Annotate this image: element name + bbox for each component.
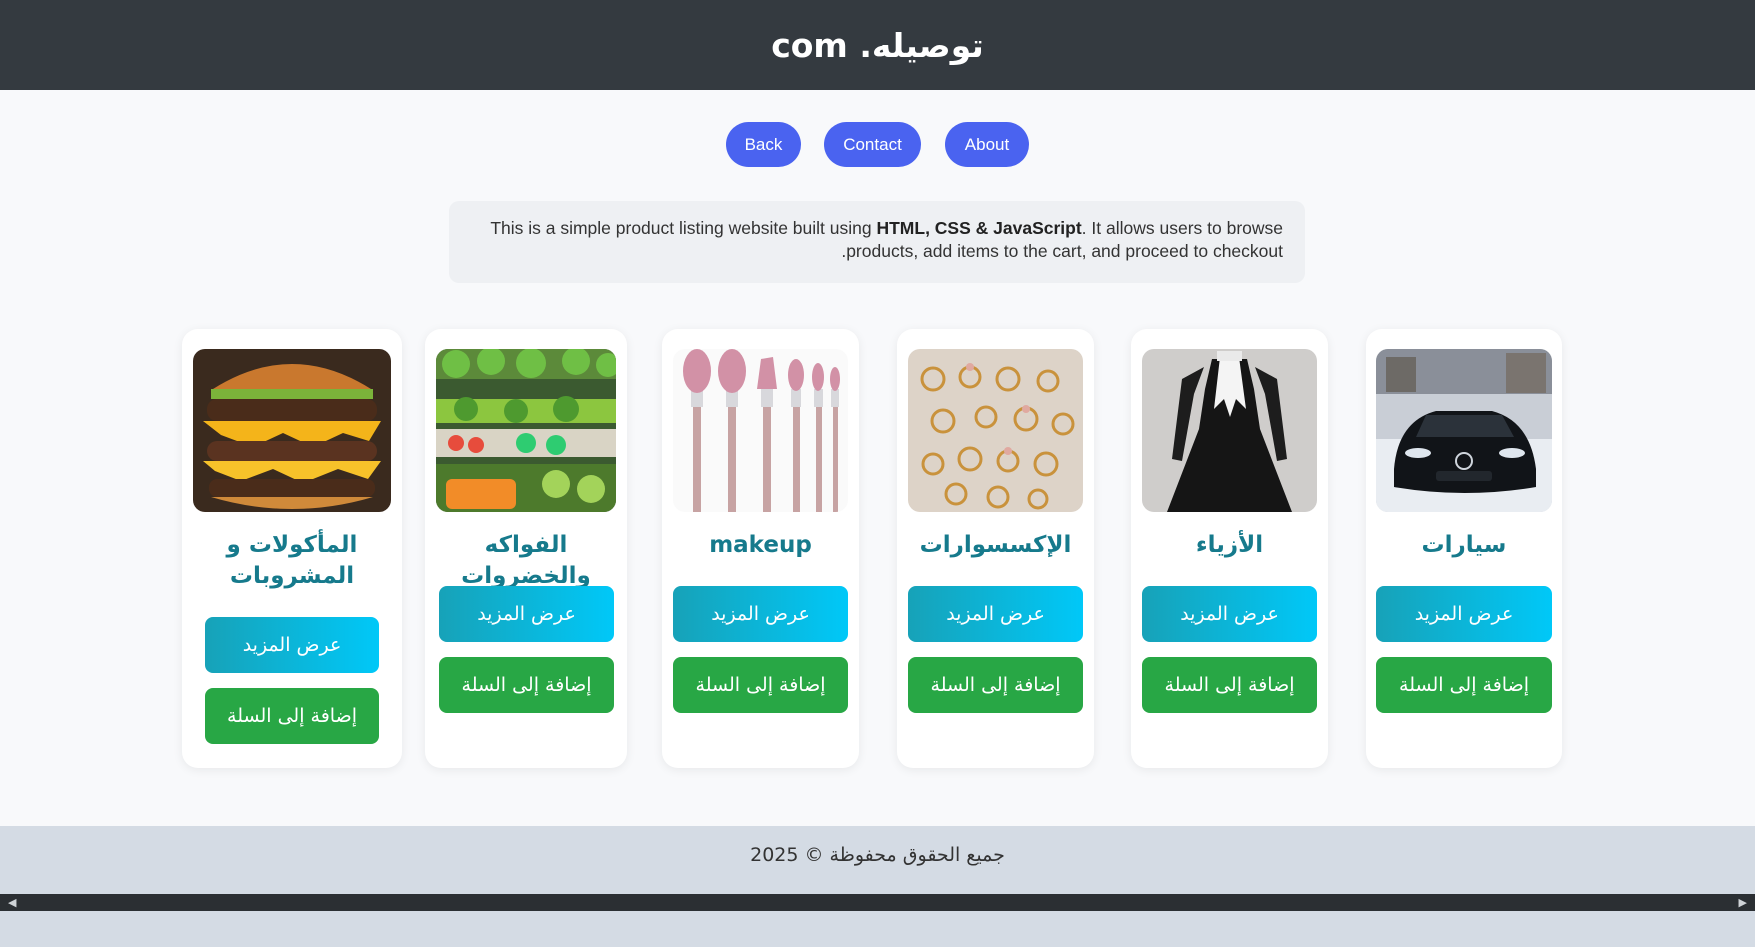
product-card-vegetables: الفواكه والخضروات عرض المزيد إضافة إلى ا… <box>425 329 627 768</box>
product-title: سيارات <box>1421 532 1507 558</box>
show-more-button[interactable]: عرض المزيد <box>1142 586 1317 642</box>
product-card-food: المأكولات و المشروبات عرض المزيد إضافة إ… <box>182 329 402 768</box>
site-footer: جميع الحقوق محفوظة © 2025 <box>0 826 1755 894</box>
scroll-left-icon[interactable]: ◀ <box>8 894 16 911</box>
product-title: الإكسسوارات <box>919 532 1072 558</box>
product-title: الفواكه والخضروات <box>461 532 591 589</box>
copyright-text: جميع الحقوق محفوظة © 2025 <box>750 844 1005 866</box>
about-button[interactable]: About <box>945 122 1029 167</box>
product-image-vegetables <box>436 349 616 512</box>
intro-part1: This is a simple product listing website… <box>490 218 877 238</box>
product-title: makeup <box>709 532 812 558</box>
product-card-accessories: الإكسسوارات عرض المزيد إضافة إلى السلة <box>897 329 1094 768</box>
product-card-fashion: الأزياء عرض المزيد إضافة إلى السلة <box>1131 329 1328 768</box>
back-button[interactable]: Back <box>726 122 801 167</box>
page-bottom-area <box>0 911 1755 947</box>
nav-bar: Back Contact About <box>0 122 1755 168</box>
product-image-rings <box>908 349 1083 512</box>
product-image-makeup-brushes <box>673 349 848 512</box>
product-title: الأزياء <box>1195 532 1264 558</box>
add-to-cart-button[interactable]: إضافة إلى السلة <box>439 657 614 713</box>
product-image-dress <box>1142 349 1317 512</box>
product-card-makeup: makeup عرض المزيد إضافة إلى السلة <box>662 329 859 768</box>
site-header: توصيله. com <box>0 0 1755 90</box>
show-more-button[interactable]: عرض المزيد <box>439 586 614 642</box>
product-image-burger <box>193 349 391 512</box>
show-more-button[interactable]: عرض المزيد <box>1376 586 1552 642</box>
show-more-button[interactable]: عرض المزيد <box>908 586 1083 642</box>
product-image-car <box>1376 349 1552 512</box>
product-card-cars: سيارات عرض المزيد إضافة إلى السلة <box>1366 329 1562 768</box>
contact-button[interactable]: Contact <box>824 122 921 167</box>
site-title: توصيله. com <box>771 25 984 65</box>
intro-bold: HTML, CSS & JavaScript <box>876 218 1082 238</box>
show-more-button[interactable]: عرض المزيد <box>205 617 379 673</box>
add-to-cart-button[interactable]: إضافة إلى السلة <box>908 657 1083 713</box>
add-to-cart-button[interactable]: إضافة إلى السلة <box>205 688 379 744</box>
add-to-cart-button[interactable]: إضافة إلى السلة <box>1376 657 1552 713</box>
add-to-cart-button[interactable]: إضافة إلى السلة <box>673 657 848 713</box>
horizontal-scrollbar[interactable]: ◀ ▶ <box>0 894 1755 911</box>
add-to-cart-button[interactable]: إضافة إلى السلة <box>1142 657 1317 713</box>
product-title: المأكولات و المشروبات <box>226 532 358 589</box>
intro-text: This is a simple product listing website… <box>449 201 1305 283</box>
show-more-button[interactable]: عرض المزيد <box>673 586 848 642</box>
scroll-right-icon[interactable]: ▶ <box>1739 894 1747 911</box>
